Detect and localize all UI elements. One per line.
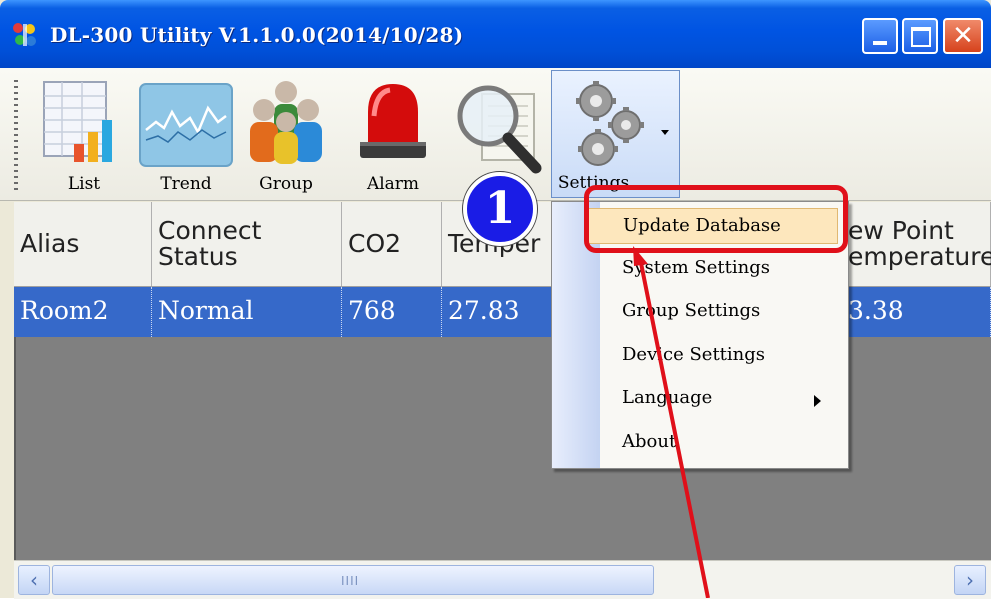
step-number-badge: 1 <box>463 172 537 246</box>
annotation-arrow <box>633 246 710 598</box>
app-window: DL-300 Utility V.1.1.0.0(2014/10/28) ✕ L… <box>0 0 991 599</box>
